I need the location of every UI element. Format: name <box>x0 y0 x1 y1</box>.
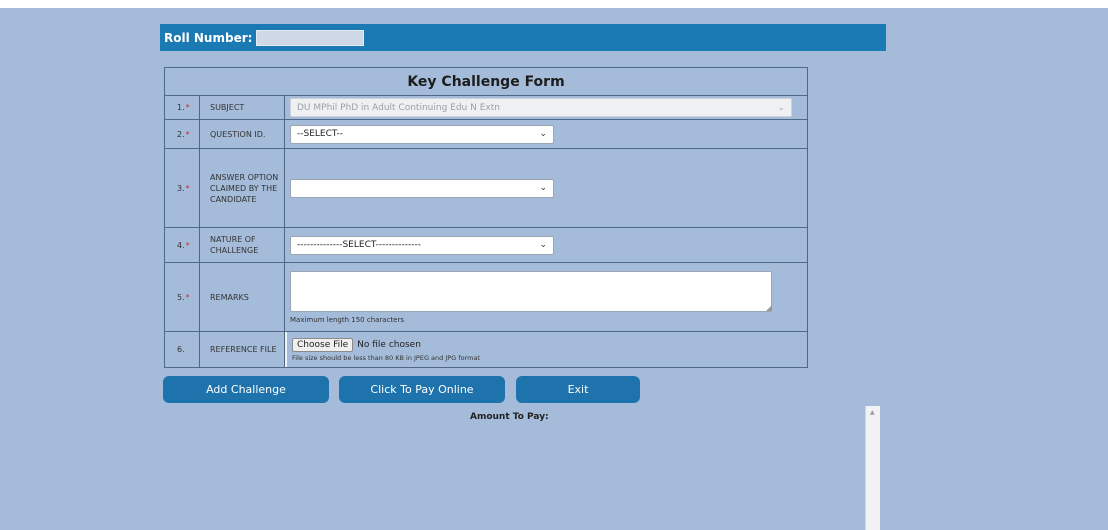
resize-grip-icon[interactable]: ◢ <box>766 303 1108 312</box>
question-id-select[interactable]: --SELECT-- ⌄ <box>290 124 554 144</box>
roll-number-bar: Roll Number: <box>160 24 886 51</box>
exit-button[interactable]: Exit <box>516 376 640 403</box>
scroll-pane[interactable]: ▲ <box>865 406 880 530</box>
row-number: 2. * <box>165 120 200 148</box>
required-mark: * <box>185 292 190 302</box>
required-mark: * <box>185 103 190 112</box>
choose-file-button[interactable]: Choose File <box>292 337 354 352</box>
amount-to-pay: Amount To Pay: <box>470 412 549 422</box>
row-number: 4. * <box>165 228 200 262</box>
reference-file-field: Choose File No file chosen File size sho… <box>285 332 807 367</box>
row-number-text: 1. <box>177 103 185 112</box>
answer-option-label: ANSWER OPTION CLAIMED BY THE CANDIDATE <box>200 149 285 227</box>
row-number: 3. * <box>165 149 200 227</box>
chevron-down-icon: ⌄ <box>777 102 785 113</box>
row-number-text: 5. <box>177 292 185 302</box>
remarks-label: REMARKS <box>200 263 285 331</box>
nature-of-challenge-select-value: --------------SELECT-------------- <box>297 240 421 250</box>
remarks-row: 5. * REMARKS ◢ Maximum length 150 charac… <box>165 263 807 332</box>
top-strip <box>0 0 1108 8</box>
answer-option-field: ⌄ <box>285 149 807 227</box>
subject-select-value: DU MPhil PhD in Adult Continuing Edu N E… <box>297 102 500 113</box>
row-number: 5. * <box>165 263 200 331</box>
required-mark: * <box>185 183 190 193</box>
subject-row: 1. * SUBJECT DU MPhil PhD in Adult Conti… <box>165 96 807 120</box>
file-hint: File size should be less than 80 KB in J… <box>292 353 480 362</box>
remarks-textarea[interactable] <box>290 270 772 312</box>
answer-option-row: 3. * ANSWER OPTION CLAIMED BY THE CANDID… <box>165 149 807 228</box>
nature-of-challenge-row: 4. * NATURE OF CHALLENGE --------------S… <box>165 228 807 263</box>
nature-of-challenge-field: --------------SELECT-------------- ⌄ <box>285 228 807 262</box>
nature-of-challenge-label: NATURE OF CHALLENGE <box>200 228 285 262</box>
add-challenge-button[interactable]: Add Challenge <box>163 376 329 403</box>
subject-field: DU MPhil PhD in Adult Continuing Edu N E… <box>285 96 807 119</box>
file-input: Choose File No file chosen <box>292 337 807 352</box>
row-number: 6. <box>165 332 200 367</box>
required-mark: * <box>185 129 190 139</box>
row-number: 1. * <box>165 96 200 119</box>
question-id-row: 2. * QUESTION ID. --SELECT-- ⌄ <box>165 120 807 149</box>
question-id-label: QUESTION ID. <box>200 120 285 148</box>
file-status: No file chosen <box>357 339 421 350</box>
subject-label: SUBJECT <box>200 96 285 119</box>
subject-select[interactable]: DU MPhil PhD in Adult Continuing Edu N E… <box>290 98 792 117</box>
roll-number-label: Roll Number: <box>164 30 253 45</box>
roll-number-value <box>256 29 365 46</box>
remarks-hint: Maximum length 150 characters <box>290 315 405 324</box>
chevron-down-icon: ⌄ <box>539 129 547 139</box>
row-number-text: 4. <box>177 240 185 250</box>
answer-option-select[interactable]: ⌄ <box>290 178 554 198</box>
row-number-text: 3. <box>177 183 185 193</box>
question-id-field: --SELECT-- ⌄ <box>285 120 807 148</box>
chevron-down-icon: ⌄ <box>539 183 547 193</box>
form-title: Key Challenge Form <box>165 68 807 96</box>
remarks-field: ◢ Maximum length 150 characters <box>285 263 807 331</box>
required-mark: * <box>185 240 190 250</box>
row-number-text: 6. <box>177 345 185 354</box>
reference-file-row: 6. REFERENCE FILE Choose File No file ch… <box>165 332 807 367</box>
scroll-up-arrow-icon[interactable]: ▲ <box>870 409 875 416</box>
key-challenge-form: Key Challenge Form 1. * SUBJECT DU MPhil… <box>164 67 808 368</box>
row-number-text: 2. <box>177 129 185 139</box>
reference-file-label: REFERENCE FILE <box>200 332 285 367</box>
question-id-select-value: --SELECT-- <box>297 129 344 139</box>
pay-online-button[interactable]: Click To Pay Online <box>339 376 505 403</box>
nature-of-challenge-select[interactable]: --------------SELECT-------------- ⌄ <box>290 235 554 255</box>
chevron-down-icon: ⌄ <box>539 240 547 250</box>
